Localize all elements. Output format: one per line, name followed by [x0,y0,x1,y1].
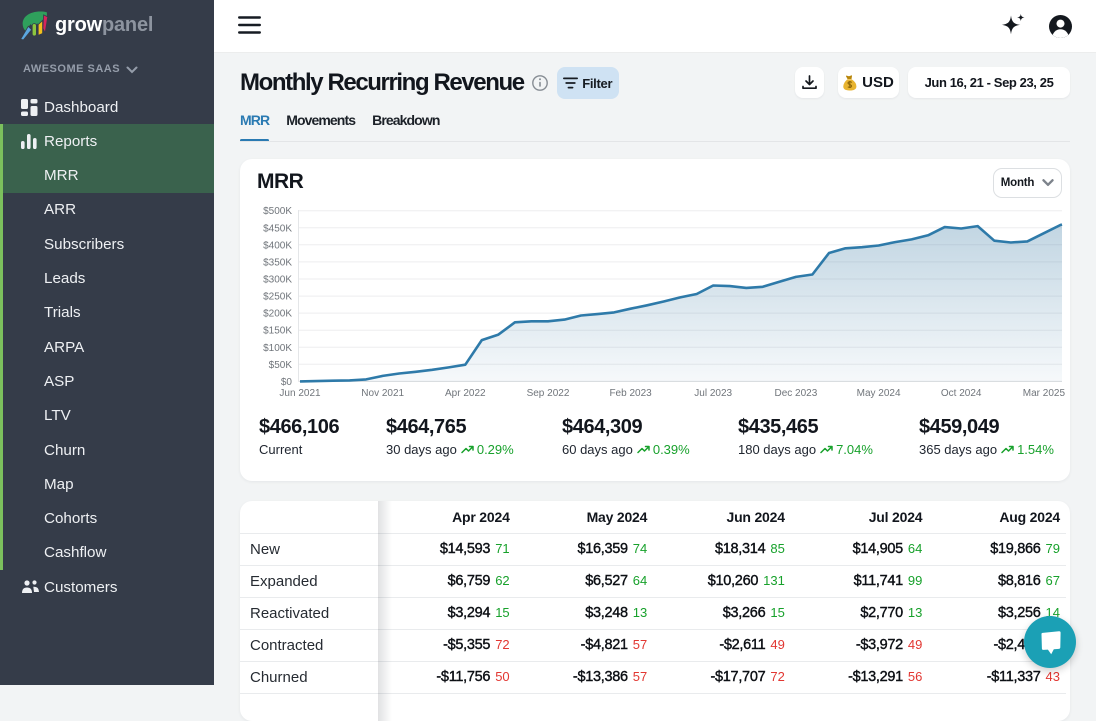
svg-text:Mar 2025: Mar 2025 [1023,388,1066,399]
svg-text:Sep 2022: Sep 2022 [527,388,570,399]
svg-text:Nov 2021: Nov 2021 [361,388,404,399]
svg-text:Apr 2022: Apr 2022 [445,388,486,399]
svg-text:$400K: $400K [263,240,292,251]
svg-text:$100K: $100K [263,343,292,354]
svg-text:$250K: $250K [263,292,292,303]
svg-text:$450K: $450K [263,223,292,234]
svg-text:Dec 2023: Dec 2023 [774,388,817,399]
svg-text:Oct 2024: Oct 2024 [941,388,982,399]
svg-text:Jul 2023: Jul 2023 [694,388,732,399]
svg-text:$150K: $150K [263,326,292,337]
svg-text:$300K: $300K [263,275,292,286]
svg-text:$500K: $500K [263,206,292,217]
svg-text:$0: $0 [281,377,293,388]
svg-text:$50K: $50K [269,360,293,371]
svg-text:$350K: $350K [263,257,292,268]
svg-text:$200K: $200K [263,309,292,320]
svg-text:May 2024: May 2024 [857,388,901,399]
svg-text:Jun 2021: Jun 2021 [279,388,321,399]
svg-text:Feb 2023: Feb 2023 [609,388,652,399]
